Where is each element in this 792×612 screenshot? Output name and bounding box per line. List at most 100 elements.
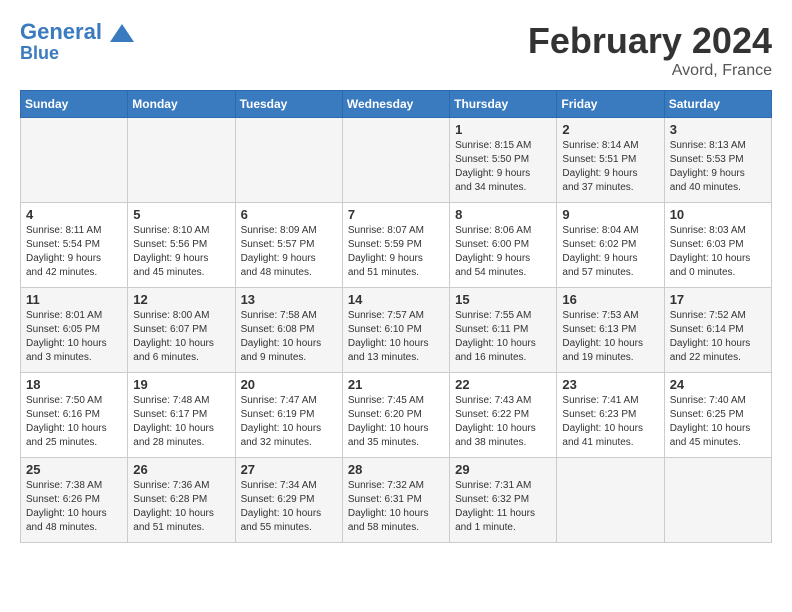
day-info: Sunrise: 7:45 AM Sunset: 6:20 PM Dayligh… — [348, 394, 444, 450]
week-row-2: 4 Sunrise: 8:11 AM Sunset: 5:54 PM Daylig… — [21, 203, 772, 288]
day-info: Sunrise: 7:47 AM Sunset: 6:19 PM Dayligh… — [241, 394, 337, 450]
calendar-cell: 1 Sunrise: 8:15 AM Sunset: 5:50 PM Daylig… — [450, 118, 557, 203]
calendar-cell — [557, 458, 664, 543]
logo-subtext: Blue — [20, 44, 134, 64]
day-info: Sunrise: 7:50 AM Sunset: 6:16 PM Dayligh… — [26, 394, 122, 450]
calendar-cell: 3 Sunrise: 8:13 AM Sunset: 5:53 PM Daylig… — [664, 118, 771, 203]
day-number: 10 — [670, 207, 766, 222]
month-title: February 2024 — [528, 20, 772, 62]
day-info: Sunrise: 7:52 AM Sunset: 6:14 PM Dayligh… — [670, 309, 766, 365]
day-number: 18 — [26, 377, 122, 392]
location: Avord, France — [528, 62, 772, 80]
week-row-1: 1 Sunrise: 8:15 AM Sunset: 5:50 PM Daylig… — [21, 118, 772, 203]
calendar-cell: 14 Sunrise: 7:57 AM Sunset: 6:10 PM Dayli… — [342, 288, 449, 373]
calendar-cell: 10 Sunrise: 8:03 AM Sunset: 6:03 PM Dayli… — [664, 203, 771, 288]
calendar-cell: 18 Sunrise: 7:50 AM Sunset: 6:16 PM Dayli… — [21, 373, 128, 458]
calendar-cell: 7 Sunrise: 8:07 AM Sunset: 5:59 PM Daylig… — [342, 203, 449, 288]
day-number: 26 — [133, 462, 229, 477]
calendar-cell: 22Sunrise: 7:43 AM Sunset: 6:22 PM Dayli… — [450, 373, 557, 458]
day-info: Sunrise: 8:11 AM Sunset: 5:54 PM Dayligh… — [26, 224, 122, 280]
calendar-cell: 27 Sunrise: 7:34 AM Sunset: 6:29 PM Dayli… — [235, 458, 342, 543]
day-info: Sunrise: 8:15 AM Sunset: 5:50 PM Dayligh… — [455, 139, 551, 195]
calendar-cell — [664, 458, 771, 543]
day-info: Sunrise: 7:32 AM Sunset: 6:31 PM Dayligh… — [348, 479, 444, 535]
day-info: Sunrise: 8:06 AM Sunset: 6:00 PM Dayligh… — [455, 224, 551, 280]
day-number: 3 — [670, 122, 766, 137]
calendar-cell: 13Sunrise: 7:58 AM Sunset: 6:08 PM Dayli… — [235, 288, 342, 373]
calendar-cell: 15 Sunrise: 7:55 AM Sunset: 6:11 PM Dayli… — [450, 288, 557, 373]
calendar-cell — [235, 118, 342, 203]
calendar-cell: 9 Sunrise: 8:04 AM Sunset: 6:02 PM Daylig… — [557, 203, 664, 288]
day-number: 9 — [562, 207, 658, 222]
day-info: Sunrise: 8:13 AM Sunset: 5:53 PM Dayligh… — [670, 139, 766, 195]
day-number: 19 — [133, 377, 229, 392]
day-info: Sunrise: 7:58 AM Sunset: 6:08 PM Dayligh… — [241, 309, 337, 365]
day-number: 23 — [562, 377, 658, 392]
day-info: Sunrise: 7:41 AM Sunset: 6:23 PM Dayligh… — [562, 394, 658, 450]
day-number: 29 — [455, 462, 551, 477]
day-number: 4 — [26, 207, 122, 222]
day-info: Sunrise: 7:43 AM Sunset: 6:22 PM Dayligh… — [455, 394, 551, 450]
header-day-saturday: Saturday — [664, 91, 771, 118]
day-number: 15 — [455, 292, 551, 307]
day-info: Sunrise: 8:03 AM Sunset: 6:03 PM Dayligh… — [670, 224, 766, 280]
calendar-cell: 29 Sunrise: 7:31 AM Sunset: 6:32 PM Dayli… — [450, 458, 557, 543]
day-info: Sunrise: 7:31 AM Sunset: 6:32 PM Dayligh… — [455, 479, 551, 535]
day-info: Sunrise: 7:55 AM Sunset: 6:11 PM Dayligh… — [455, 309, 551, 365]
day-number: 25 — [26, 462, 122, 477]
day-info: Sunrise: 7:36 AM Sunset: 6:28 PM Dayligh… — [133, 479, 229, 535]
day-number: 11 — [26, 292, 122, 307]
day-info: Sunrise: 8:07 AM Sunset: 5:59 PM Dayligh… — [348, 224, 444, 280]
day-number: 5 — [133, 207, 229, 222]
day-number: 24 — [670, 377, 766, 392]
header-row: SundayMondayTuesdayWednesdayThursdayFrid… — [21, 91, 772, 118]
day-info: Sunrise: 8:04 AM Sunset: 6:02 PM Dayligh… — [562, 224, 658, 280]
day-number: 7 — [348, 207, 444, 222]
header-day-friday: Friday — [557, 91, 664, 118]
day-info: Sunrise: 7:34 AM Sunset: 6:29 PM Dayligh… — [241, 479, 337, 535]
day-info: Sunrise: 8:09 AM Sunset: 5:57 PM Dayligh… — [241, 224, 337, 280]
calendar-table: SundayMondayTuesdayWednesdayThursdayFrid… — [20, 90, 772, 543]
day-info: Sunrise: 8:14 AM Sunset: 5:51 PM Dayligh… — [562, 139, 658, 195]
calendar-cell: 12 Sunrise: 8:00 AM Sunset: 6:07 PM Dayli… — [128, 288, 235, 373]
calendar-cell: 21 Sunrise: 7:45 AM Sunset: 6:20 PM Dayli… — [342, 373, 449, 458]
calendar-cell: 16 Sunrise: 7:53 AM Sunset: 6:13 PM Dayli… — [557, 288, 664, 373]
calendar-cell: 11Sunrise: 8:01 AM Sunset: 6:05 PM Dayli… — [21, 288, 128, 373]
calendar-cell: 28 Sunrise: 7:32 AM Sunset: 6:31 PM Dayli… — [342, 458, 449, 543]
calendar-cell: 8 Sunrise: 8:06 AM Sunset: 6:00 PM Daylig… — [450, 203, 557, 288]
day-number: 28 — [348, 462, 444, 477]
calendar-cell — [342, 118, 449, 203]
logo: General Blue — [20, 20, 134, 64]
calendar-cell — [128, 118, 235, 203]
day-info: Sunrise: 7:53 AM Sunset: 6:13 PM Dayligh… — [562, 309, 658, 365]
day-number: 1 — [455, 122, 551, 137]
title-block: February 2024 Avord, France — [528, 20, 772, 80]
calendar-cell: 5 Sunrise: 8:10 AM Sunset: 5:56 PM Daylig… — [128, 203, 235, 288]
day-number: 16 — [562, 292, 658, 307]
header-day-monday: Monday — [128, 91, 235, 118]
page-header: General Blue February 2024 Avord, France — [20, 20, 772, 80]
day-number: 6 — [241, 207, 337, 222]
day-number: 14 — [348, 292, 444, 307]
day-number: 12 — [133, 292, 229, 307]
calendar-cell: 4 Sunrise: 8:11 AM Sunset: 5:54 PM Daylig… — [21, 203, 128, 288]
day-info: Sunrise: 7:38 AM Sunset: 6:26 PM Dayligh… — [26, 479, 122, 535]
day-info: Sunrise: 8:10 AM Sunset: 5:56 PM Dayligh… — [133, 224, 229, 280]
day-number: 8 — [455, 207, 551, 222]
day-number: 21 — [348, 377, 444, 392]
week-row-3: 11Sunrise: 8:01 AM Sunset: 6:05 PM Dayli… — [21, 288, 772, 373]
calendar-cell — [21, 118, 128, 203]
day-number: 27 — [241, 462, 337, 477]
week-row-4: 18 Sunrise: 7:50 AM Sunset: 6:16 PM Dayli… — [21, 373, 772, 458]
day-number: 2 — [562, 122, 658, 137]
calendar-cell: 20 Sunrise: 7:47 AM Sunset: 6:19 PM Dayli… — [235, 373, 342, 458]
day-number: 20 — [241, 377, 337, 392]
day-number: 17 — [670, 292, 766, 307]
calendar-cell: 19Sunrise: 7:48 AM Sunset: 6:17 PM Dayli… — [128, 373, 235, 458]
day-info: Sunrise: 8:00 AM Sunset: 6:07 PM Dayligh… — [133, 309, 229, 365]
header-day-sunday: Sunday — [21, 91, 128, 118]
day-info: Sunrise: 7:57 AM Sunset: 6:10 PM Dayligh… — [348, 309, 444, 365]
week-row-5: 25 Sunrise: 7:38 AM Sunset: 6:26 PM Dayli… — [21, 458, 772, 543]
calendar-cell: 26 Sunrise: 7:36 AM Sunset: 6:28 PM Dayli… — [128, 458, 235, 543]
calendar-cell: 24Sunrise: 7:40 AM Sunset: 6:25 PM Dayli… — [664, 373, 771, 458]
